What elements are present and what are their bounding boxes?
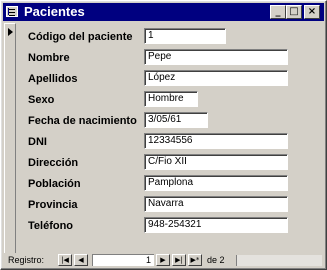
field-label: Fecha de nacimiento — [28, 115, 137, 127]
field-label: DNI — [28, 136, 47, 148]
form-detail-section: Código del paciente 1 Nombre Pepe Apelli… — [17, 23, 322, 253]
nombre-field[interactable]: Pepe — [144, 49, 288, 65]
dni-field[interactable]: 12334556 — [144, 133, 288, 149]
window-title: Pacientes — [24, 4, 85, 19]
maximize-button[interactable]: □ — [286, 5, 302, 19]
horizontal-scrollbar[interactable] — [236, 255, 322, 266]
field-label: Nombre — [28, 52, 70, 64]
telefono-field[interactable]: 948-254321 — [144, 217, 288, 233]
next-record-button[interactable]: ▶ — [156, 254, 170, 266]
field-label: Teléfono — [28, 220, 74, 232]
last-record-button[interactable]: ▶| — [172, 254, 186, 266]
fecha-nacimiento-field[interactable]: 3/05/61 — [144, 112, 208, 128]
first-record-button[interactable]: |◀ — [58, 254, 72, 266]
field-label: Provincia — [28, 199, 78, 211]
provincia-field[interactable]: Navarra — [144, 196, 288, 212]
codigo-paciente-field[interactable]: 1 — [144, 28, 226, 44]
form-icon[interactable] — [6, 6, 18, 17]
poblacion-field[interactable]: Pamplona — [144, 175, 288, 191]
record-selector[interactable] — [4, 23, 16, 253]
direccion-field[interactable]: C/Fio XII — [144, 154, 288, 170]
record-count-text: de 2 — [207, 255, 225, 265]
sexo-field[interactable]: Hombre — [144, 91, 198, 107]
field-label: Apellidos — [28, 73, 78, 85]
apellidos-field[interactable]: López — [144, 70, 288, 86]
record-navigation-bar: Registro: |◀ ◀ 1 ▶ ▶| ▶* de 2 — [4, 254, 323, 267]
record-label: Registro: — [8, 255, 45, 265]
new-record-button[interactable]: ▶* — [188, 254, 202, 266]
field-label: Población — [28, 178, 81, 190]
minimize-button[interactable]: _ — [270, 5, 286, 19]
current-record-arrow-icon — [8, 28, 13, 36]
title-bar[interactable]: Pacientes _ □ × — [3, 3, 324, 21]
close-button[interactable]: × — [304, 5, 320, 19]
field-label: Sexo — [28, 94, 55, 106]
field-label: Dirección — [28, 157, 79, 169]
pacientes-form-window: Pacientes _ □ × Código del paciente 1 No… — [0, 0, 327, 270]
current-record-input[interactable]: 1 — [92, 254, 154, 266]
previous-record-button[interactable]: ◀ — [74, 254, 88, 266]
field-label: Código del paciente — [28, 31, 133, 43]
